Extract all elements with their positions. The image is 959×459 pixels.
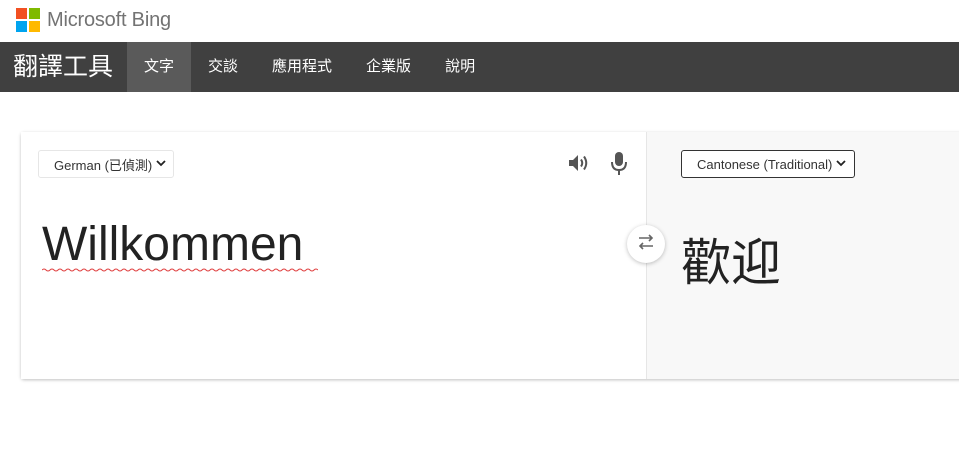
brand-name: Microsoft Bing bbox=[47, 8, 171, 31]
source-language-select[interactable]: German (已偵測) bbox=[38, 150, 174, 178]
swap-icon bbox=[636, 233, 656, 256]
app-title[interactable]: 翻譯工具 bbox=[0, 42, 127, 92]
top-header: Microsoft Bing bbox=[0, 0, 959, 42]
target-language-select[interactable]: Cantonese (Traditional) bbox=[681, 150, 855, 178]
tab-apps[interactable]: 應用程式 bbox=[255, 42, 349, 92]
chevron-down-icon bbox=[156, 158, 166, 170]
microphone-icon[interactable] bbox=[609, 151, 629, 177]
translated-text: 歡迎 bbox=[681, 234, 781, 292]
swap-languages-button[interactable] bbox=[627, 225, 665, 263]
spellcheck-underline bbox=[42, 268, 318, 272]
tab-text[interactable]: 文字 bbox=[127, 42, 192, 92]
microsoft-logo-icon bbox=[16, 8, 40, 32]
source-text[interactable]: Willkommen bbox=[42, 217, 303, 272]
bing-logo[interactable]: Microsoft Bing bbox=[16, 8, 171, 32]
source-pane: German (已偵測) Willkommen bbox=[21, 132, 646, 379]
speaker-icon[interactable] bbox=[566, 151, 590, 175]
target-pane: Cantonese (Traditional) 歡迎 bbox=[646, 132, 959, 379]
source-language-label: German (已偵測) bbox=[54, 157, 153, 173]
tab-help[interactable]: 說明 bbox=[428, 42, 492, 92]
translator-card: German (已偵測) Willkommen Cantonese (Tradi… bbox=[21, 132, 959, 379]
nav-bar: 翻譯工具 文字 交談 應用程式 企業版 說明 bbox=[0, 42, 959, 92]
tab-business[interactable]: 企業版 bbox=[349, 42, 428, 92]
chevron-down-icon bbox=[836, 158, 847, 170]
tab-conversation[interactable]: 交談 bbox=[191, 42, 255, 92]
target-language-label: Cantonese (Traditional) bbox=[697, 156, 833, 172]
